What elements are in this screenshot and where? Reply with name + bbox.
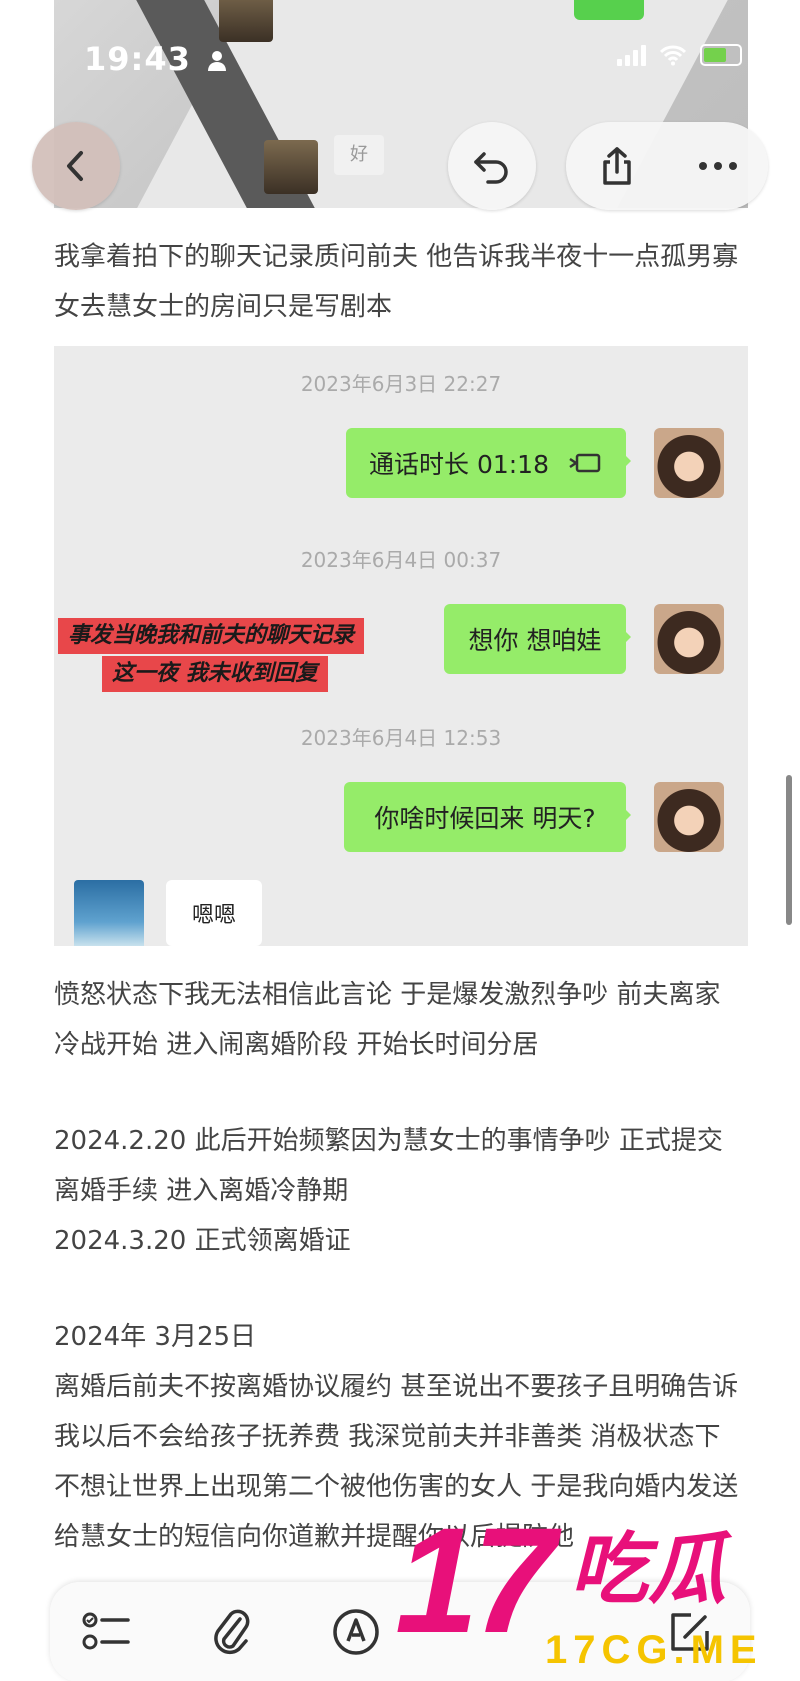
watermark-logo: 17 吃瓜 17CG.ME [395, 1496, 765, 1672]
note-paragraph: 我拿着拍下的聊天记录质问前夫 他告诉我半夜十一点孤男寡女去慧女士的房间只是写剧本 [54, 242, 739, 322]
watermark-domain: 17CG.ME [545, 1628, 763, 1672]
share-button[interactable] [587, 136, 647, 196]
signal-icon [617, 44, 646, 66]
chat-timestamp: 2023年6月4日 00:37 [300, 548, 502, 572]
photo-green-bubble [574, 0, 644, 20]
checklist-button[interactable] [80, 1604, 136, 1660]
annotation-label: 事发当晚我和前夫的聊天记录 这一夜 我未收到回复 [58, 618, 434, 694]
reply-bubble: 嗯嗯 [166, 880, 262, 946]
timeline-entry: 2024.3.20 正式领离婚证 [54, 1226, 351, 1256]
note-paragraph: 愤怒状态下我无法相信此言论 于是爆发激烈争吵 前夫离家 冷战开始 进入闹离婚阶段… [54, 980, 721, 1060]
sender-avatar [654, 428, 724, 498]
person-icon [208, 51, 226, 71]
annotation-line: 事发当晚我和前夫的聊天记录 [58, 618, 365, 654]
chat-timestamp: 2023年6月4日 12:53 [300, 726, 502, 750]
undo-icon [474, 152, 508, 184]
phone-handset-icon [569, 453, 601, 473]
message-bubble: 想你 想咱娃 [444, 604, 631, 674]
wifi-icon [660, 45, 686, 66]
chat-timestamp: 2023年6月3日 22:27 [300, 372, 502, 396]
pen-markup-icon [333, 1609, 379, 1655]
status-time: 19:43 [84, 40, 227, 78]
paperclip-icon [214, 1609, 250, 1655]
message-bubble: 你啥时候回来 明天? [344, 782, 631, 852]
photo-avatar-thumb [264, 140, 318, 194]
scrollbar[interactable] [786, 775, 792, 925]
markup-button[interactable] [328, 1604, 384, 1660]
note-paragraph: 2024.2.20 此后开始频繁因为慧女士的事情争吵 正式提交离婚手续 进入离婚… [54, 1116, 744, 1266]
action-pill [566, 122, 768, 210]
sender-avatar [654, 604, 724, 674]
photo-chat-chip: 好 [334, 135, 384, 175]
receiver-avatar [74, 880, 144, 946]
battery-charging-icon [700, 44, 742, 66]
watermark-number: 17 [395, 1496, 556, 1664]
share-icon [602, 147, 631, 185]
timeline-date: 2024年 3月25日 [54, 1322, 257, 1352]
annotation-line: 这一夜 我未收到回复 [102, 656, 328, 692]
more-horizontal-icon [698, 162, 737, 170]
chat-screenshot: 2023年6月3日 22:27 通话时长 01:18 2023年6月4日 00:… [54, 346, 748, 946]
undo-button[interactable] [448, 122, 536, 210]
call-duration-bubble: 通话时长 01:18 [346, 428, 631, 498]
sender-avatar [654, 782, 724, 852]
checklist-icon [82, 1612, 130, 1650]
timeline-entry: 2024.2.20 此后开始频繁因为慧女士的事情争吵 正式提交离婚手续 进入离婚… [54, 1126, 723, 1206]
chevron-left-icon [67, 151, 83, 181]
more-button[interactable] [688, 136, 748, 196]
back-button[interactable] [32, 122, 120, 210]
attachment-button[interactable] [204, 1604, 260, 1660]
status-icons [617, 44, 742, 66]
photo-avatar-thumb [219, 0, 273, 42]
watermark-chinese: 吃瓜 [570, 1525, 727, 1615]
